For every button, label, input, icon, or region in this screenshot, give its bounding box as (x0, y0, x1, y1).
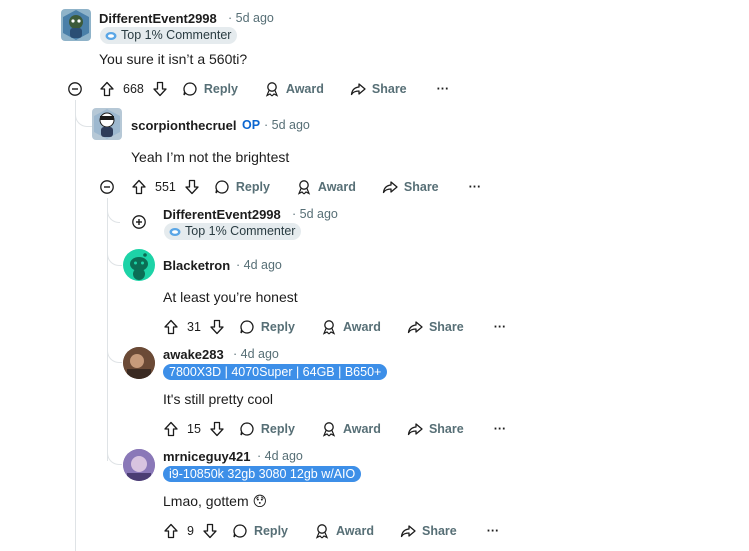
comment-time: · 4d ago (236, 258, 282, 272)
award-icon (314, 523, 330, 539)
comment-actions: 551 Reply Award Share ··· (131, 176, 481, 198)
award-button[interactable]: Award (314, 523, 374, 539)
thread-line-root (75, 100, 76, 551)
award-icon (321, 319, 337, 335)
award-button[interactable]: Award (321, 319, 381, 335)
reply-button[interactable]: Reply (239, 421, 295, 437)
avatar[interactable] (92, 108, 122, 140)
upvote-icon[interactable] (99, 81, 115, 97)
vote-count: 9 (187, 524, 194, 538)
comment-bubble-icon (239, 319, 255, 335)
comment-time: · 4d ago (233, 347, 279, 361)
downvote-icon[interactable] (209, 421, 225, 437)
thread-elbow (107, 245, 122, 266)
more-options-button[interactable]: ··· (487, 524, 500, 538)
vote-count: 668 (123, 82, 144, 96)
avatar[interactable] (123, 249, 155, 281)
more-options-button[interactable]: ··· (437, 82, 450, 96)
thread-elbow (107, 340, 122, 363)
user-flair: Top 1% Commenter (100, 27, 238, 44)
award-icon (296, 179, 312, 195)
downvote-icon[interactable] (202, 523, 218, 539)
comment-author[interactable]: Blacketron (163, 258, 230, 273)
comment-bubble-icon (182, 81, 198, 97)
share-icon (407, 421, 423, 437)
reply-button[interactable]: Reply (239, 319, 295, 335)
comment-author[interactable]: DifferentEvent2998 (99, 11, 217, 26)
thread-line-level2 (107, 198, 108, 461)
downvote-icon[interactable] (152, 81, 168, 97)
hushed-face-emoji: 😯 (252, 493, 268, 509)
avatar[interactable] (123, 449, 155, 481)
share-button[interactable]: Share (400, 523, 457, 539)
downvote-icon[interactable] (209, 319, 225, 335)
comment-author[interactable]: mrniceguy421 (163, 449, 250, 464)
comment-bubble-icon (239, 421, 255, 437)
comment-body: It's still pretty cool (163, 391, 274, 407)
upvote-icon[interactable] (131, 179, 147, 195)
vote-count: 551 (155, 180, 176, 194)
share-button[interactable]: Share (350, 81, 407, 97)
collapse-thread-button[interactable] (68, 82, 82, 96)
user-flair: i9-10850k 32gb 3080 12gb w/AIO (163, 466, 362, 482)
comment-actions: 15 Reply Award Share ··· (163, 418, 506, 440)
comment-body: You sure it isn’t a 560ti? (99, 51, 248, 67)
share-icon (350, 81, 366, 97)
comment-bubble-icon (232, 523, 248, 539)
award-button[interactable]: Award (264, 81, 324, 97)
avatar[interactable] (123, 347, 155, 379)
expand-thread-button[interactable] (132, 215, 146, 229)
share-icon (382, 179, 398, 195)
comment-body: Lmao, gottem 😯 (163, 493, 268, 509)
share-button[interactable]: Share (407, 319, 464, 335)
comment-time: · 5d ago (228, 11, 274, 25)
upvote-icon[interactable] (163, 421, 179, 437)
top-commenter-icon (169, 227, 181, 237)
vote-count: 15 (187, 422, 201, 436)
comment-actions: 668 Reply Award Share ··· (99, 78, 449, 100)
user-flair: Top 1% Commenter (164, 223, 302, 240)
award-icon (264, 81, 280, 97)
share-button[interactable]: Share (407, 421, 464, 437)
op-badge: OP (242, 118, 261, 132)
comment-author[interactable]: DifferentEvent2998 (163, 207, 281, 222)
downvote-icon[interactable] (184, 179, 200, 195)
thread-elbow (75, 100, 92, 127)
comment-actions: 9 Reply Award Share ··· (163, 520, 499, 542)
comment-time: · 4d ago (257, 449, 303, 463)
top-commenter-icon (105, 31, 117, 41)
avatar[interactable] (61, 9, 91, 41)
thread-elbow (107, 198, 120, 223)
vote-count: 31 (187, 320, 201, 334)
thread-elbow (107, 440, 122, 465)
comment-time: · 5d ago (292, 207, 338, 221)
award-icon (321, 421, 337, 437)
upvote-icon[interactable] (163, 319, 179, 335)
more-options-button[interactable]: ··· (469, 180, 482, 194)
share-icon (400, 523, 416, 539)
award-button[interactable]: Award (321, 421, 381, 437)
comment-actions: 31 Reply Award Share ··· (163, 316, 506, 338)
reply-button[interactable]: Reply (232, 523, 288, 539)
share-icon (407, 319, 423, 335)
comment-bubble-icon (214, 179, 230, 195)
comment-body: Yeah I’m not the brightest (131, 149, 290, 165)
collapse-thread-button[interactable] (100, 180, 114, 194)
share-button[interactable]: Share (382, 179, 439, 195)
more-options-button[interactable]: ··· (494, 320, 507, 334)
upvote-icon[interactable] (163, 523, 179, 539)
reply-button[interactable]: Reply (182, 81, 238, 97)
comment-body: At least you’re honest (163, 289, 298, 305)
more-options-button[interactable]: ··· (494, 422, 507, 436)
comment-time: · 5d ago (264, 118, 310, 132)
user-flair: 7800X3D | 4070Super | 64GB | B650+ (163, 364, 388, 380)
comment-author[interactable]: scorpionthecruel (131, 118, 236, 133)
award-button[interactable]: Award (296, 179, 356, 195)
comment-author[interactable]: awake283 (163, 347, 224, 362)
reply-button[interactable]: Reply (214, 179, 270, 195)
